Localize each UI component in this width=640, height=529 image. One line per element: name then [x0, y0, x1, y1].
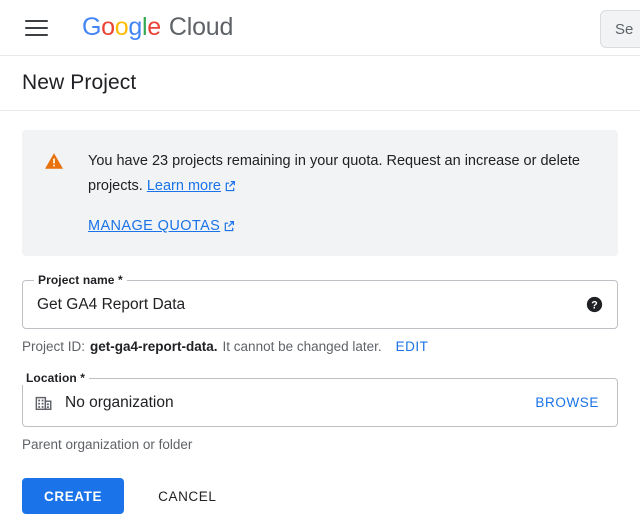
cancel-button[interactable]: CANCEL — [142, 478, 232, 514]
project-name-label: Project name * — [34, 273, 127, 287]
hamburger-line — [24, 33, 48, 36]
project-name-value: Get GA4 Report Data — [37, 295, 186, 313]
edit-project-id-button[interactable]: EDIT — [396, 339, 429, 354]
organization-building-icon — [35, 394, 53, 412]
external-link-icon — [224, 176, 236, 201]
cloud-wordmark: Cloud — [168, 13, 234, 41]
project-name-field[interactable]: Project name * Get GA4 Report Data ? — [22, 273, 618, 329]
learn-more-link[interactable]: Learn more — [147, 178, 236, 194]
svg-text:?: ? — [591, 299, 597, 311]
quota-banner-text: You have 23 projects remaining in your q… — [88, 149, 588, 201]
project-id-value: get-ga4-report-data. — [90, 339, 218, 354]
hamburger-line — [24, 26, 48, 29]
top-app-bar: Google Cloud Se — [0, 0, 640, 56]
manage-quotas-link[interactable]: MANAGE QUOTAS — [88, 218, 235, 236]
warning-triangle-icon — [44, 148, 66, 236]
location-value: No organization — [65, 393, 174, 411]
search-input-text: Se — [615, 20, 634, 38]
help-circle-icon[interactable]: ? — [586, 296, 603, 313]
location-field[interactable]: Location * No organization BROWSE — [22, 371, 618, 427]
location-label: Location * — [22, 371, 90, 385]
form-actions: CREATE CANCEL — [22, 478, 618, 529]
hamburger-line — [24, 19, 48, 22]
external-link-icon — [223, 220, 235, 236]
page-content: You have 23 projects remaining in your q… — [0, 111, 640, 529]
manage-quotas-label: MANAGE QUOTAS — [88, 218, 221, 234]
google-cloud-logo[interactable]: Google Cloud — [82, 13, 233, 42]
google-wordmark: Google — [82, 13, 161, 41]
quota-banner-body: You have 23 projects remaining in your q… — [88, 148, 598, 236]
page-header: New Project — [0, 56, 640, 111]
hamburger-menu-icon[interactable] — [14, 8, 58, 48]
create-button[interactable]: CREATE — [22, 478, 125, 514]
search-input[interactable]: Se — [600, 10, 640, 48]
location-helper-text: Parent organization or folder — [22, 437, 193, 452]
learn-more-label: Learn more — [146, 178, 221, 194]
project-id-row: Project ID: get-ga4-report-data. It cann… — [22, 339, 618, 354]
page-title: New Project — [22, 71, 137, 94]
quota-banner: You have 23 projects remaining in your q… — [22, 130, 618, 256]
browse-location-button[interactable]: BROWSE — [535, 395, 603, 410]
project-id-prefix: Project ID: — [22, 339, 86, 354]
project-id-suffix: It cannot be changed later. — [222, 339, 382, 354]
